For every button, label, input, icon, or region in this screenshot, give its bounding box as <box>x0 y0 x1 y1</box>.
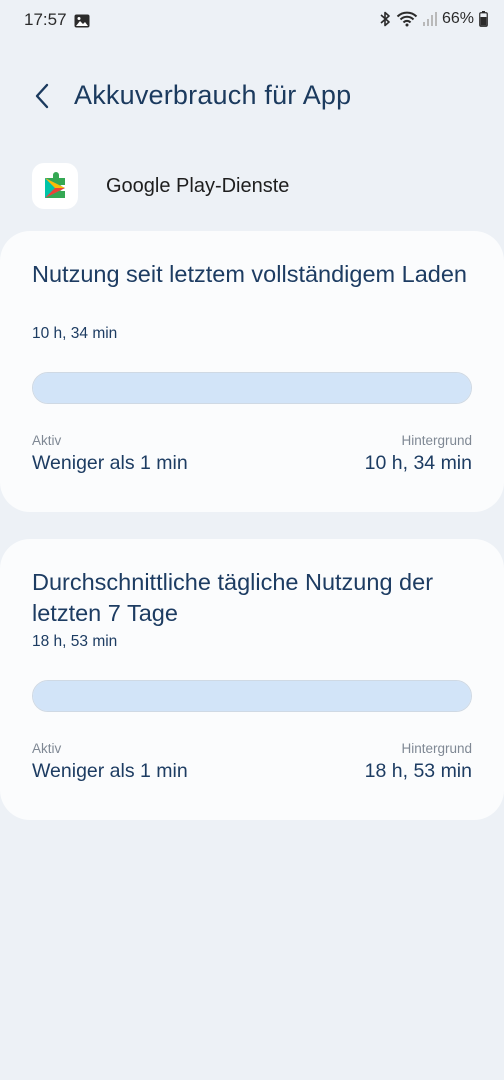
usage-card-since-charge: Nutzung seit letztem vollständigem Laden… <box>0 231 504 512</box>
active-label: Aktiv <box>32 433 62 448</box>
card-title: Nutzung seit letztem vollständigem Laden <box>32 261 467 287</box>
status-bar: 17:57 66% <box>0 0 504 44</box>
usage-bar-background <box>33 681 471 711</box>
signal-icon <box>422 11 437 27</box>
gallery-icon <box>74 13 90 28</box>
bluetooth-icon <box>379 11 391 27</box>
battery-percent: 66% <box>441 10 474 27</box>
page-title: Akkuverbrauch für App <box>74 80 352 110</box>
chevron-left-icon <box>34 83 50 113</box>
status-icons: 66% <box>379 10 488 28</box>
app-row: Google Play-Dienste <box>32 160 289 212</box>
usage-card-daily-average: Durchschnittliche tägliche Nutzung der l… <box>0 539 504 820</box>
active-label: Aktiv <box>32 741 62 756</box>
wifi-icon <box>396 11 418 27</box>
card-total-usage: 10 h, 34 min <box>32 325 118 342</box>
background-legend: Hintergrund 18 h, 53 min <box>365 741 472 783</box>
status-time: 17:57 <box>24 10 67 29</box>
card-total-usage: 18 h, 53 min <box>32 633 118 650</box>
active-value: Weniger als 1 min <box>32 760 188 782</box>
usage-bar-background <box>33 373 471 403</box>
active-value: Weniger als 1 min <box>32 452 188 474</box>
usage-bar <box>32 680 472 712</box>
google-play-services-icon <box>32 163 78 209</box>
background-label: Hintergrund <box>401 433 472 448</box>
battery-icon <box>479 11 488 27</box>
background-label: Hintergrund <box>401 741 472 756</box>
active-legend: Aktiv Weniger als 1 min <box>32 741 188 783</box>
background-value: 18 h, 53 min <box>364 760 472 782</box>
back-button[interactable] <box>26 80 58 116</box>
active-legend: Aktiv Weniger als 1 min <box>32 433 188 475</box>
background-legend: Hintergrund 10 h, 34 min <box>365 433 472 475</box>
app-name: Google Play-Dienste <box>106 174 290 197</box>
usage-bar <box>32 372 472 404</box>
background-value: 10 h, 34 min <box>364 452 472 474</box>
card-title: Durchschnittliche tägliche Nutzung der l… <box>32 569 434 626</box>
